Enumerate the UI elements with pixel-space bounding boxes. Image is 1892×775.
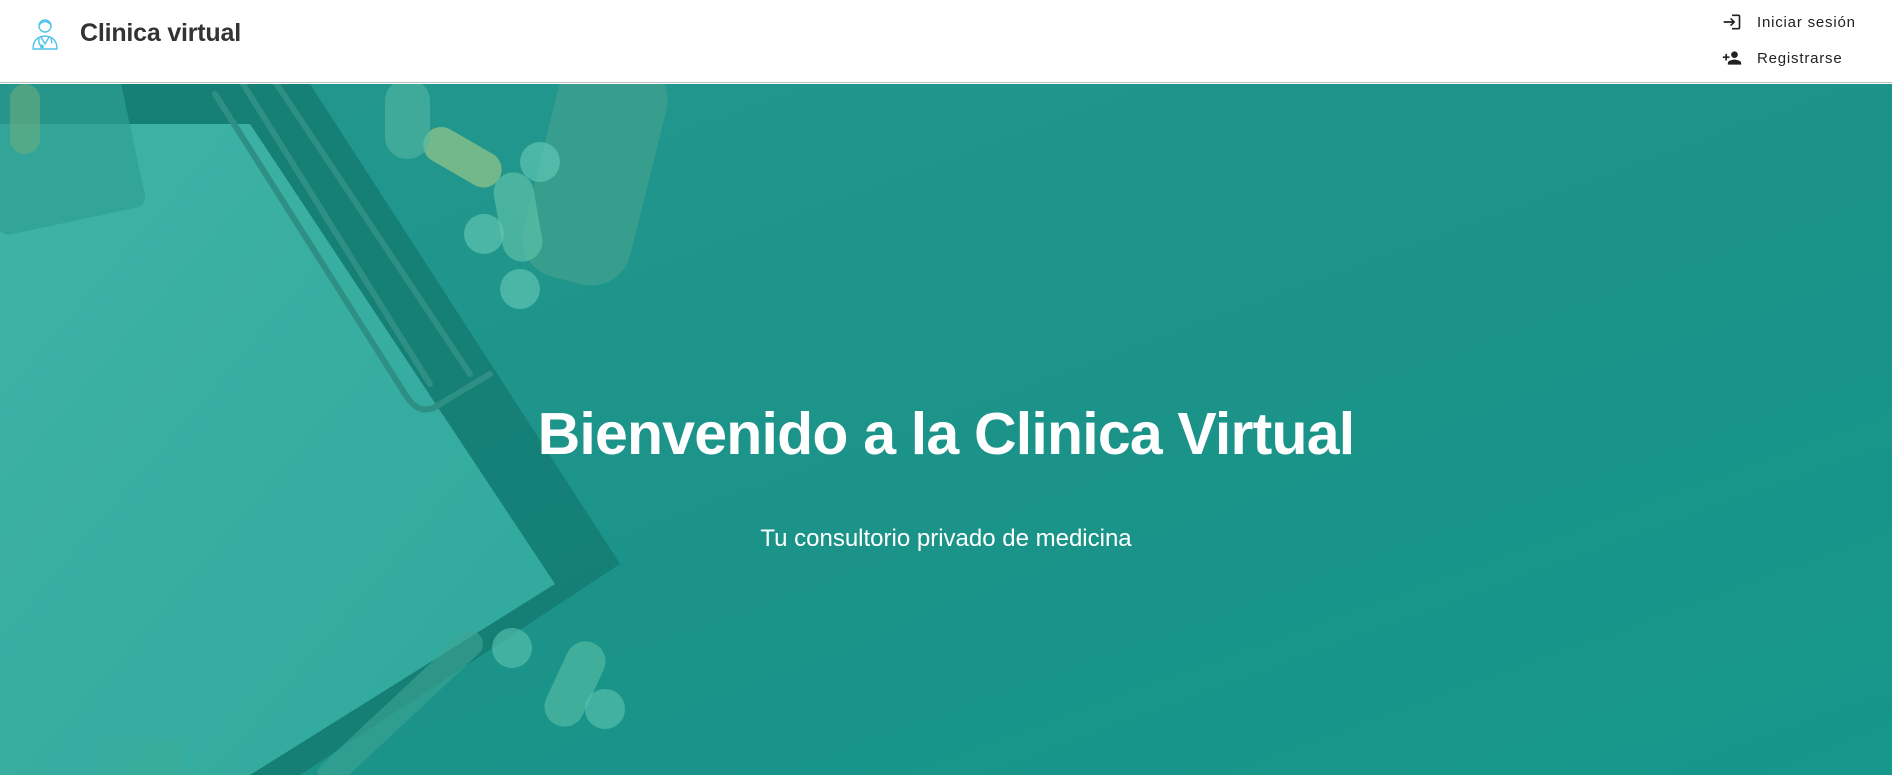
login-icon <box>1723 14 1741 30</box>
register-button[interactable]: Registrarse <box>1722 40 1872 76</box>
login-label: Iniciar sesión <box>1757 13 1856 31</box>
doctor-avatar-icon <box>32 19 58 50</box>
top-app-bar: Clinica virtual Iniciar sesión Registrar… <box>0 0 1892 83</box>
header-nav: Iniciar sesión Registrarse <box>1722 4 1872 76</box>
hero-subtitle: Tu consultorio privado de medicina <box>760 525 1132 552</box>
brand[interactable]: Clinica virtual <box>28 16 241 50</box>
hero-title: Bienvenido a la Clinica Virtual <box>537 401 1356 467</box>
hero-banner: Bienvenido a la Clinica Virtual Tu consu… <box>0 84 1892 775</box>
brand-title: Clinica virtual <box>80 18 241 47</box>
register-label: Registrarse <box>1757 49 1843 67</box>
person-add-icon <box>1722 51 1742 65</box>
login-button[interactable]: Iniciar sesión <box>1722 4 1872 40</box>
